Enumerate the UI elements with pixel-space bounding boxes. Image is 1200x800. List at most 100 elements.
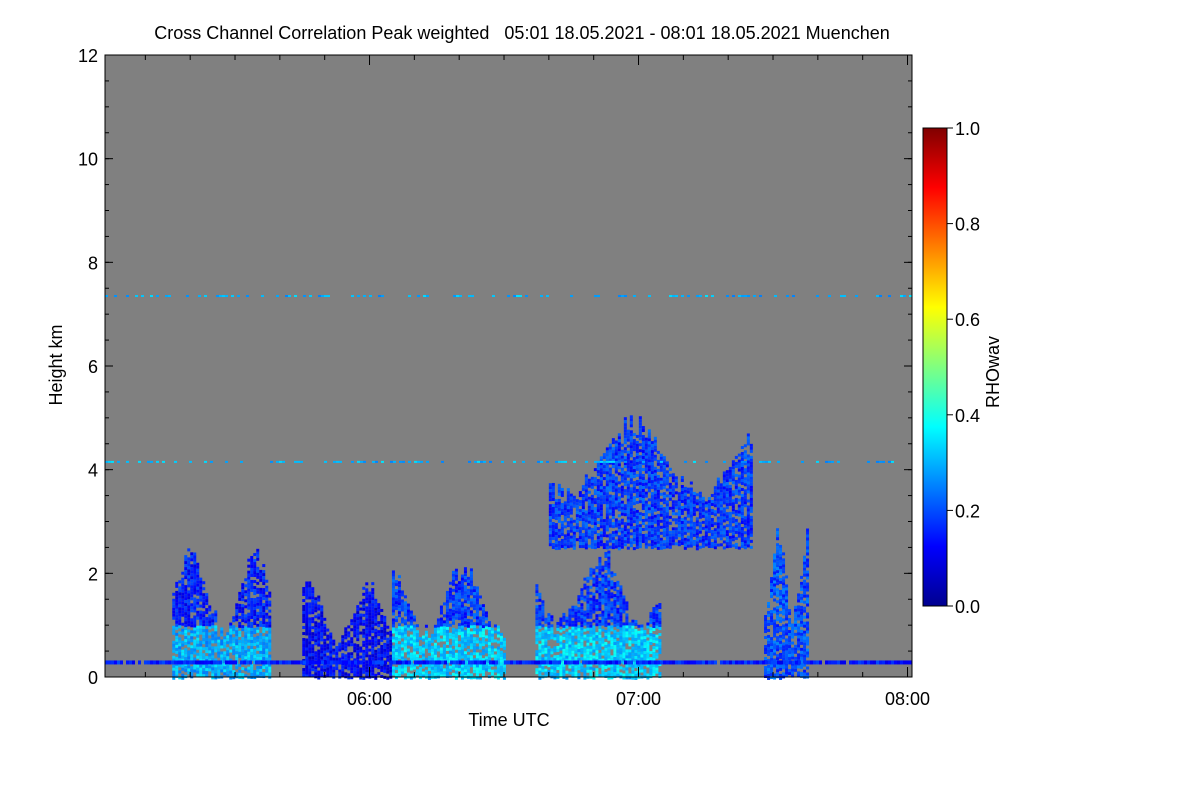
feature-cell xyxy=(607,646,611,650)
feature-cell xyxy=(244,590,248,594)
feature-cell xyxy=(433,627,437,631)
feature-cell xyxy=(496,625,500,629)
feature-cell xyxy=(776,531,780,535)
feature-cell xyxy=(692,527,696,531)
feature-cell xyxy=(253,553,257,557)
feature-cell xyxy=(581,545,585,549)
feature-cell xyxy=(604,656,608,660)
feature-cell xyxy=(629,517,633,521)
feature-cell xyxy=(265,612,269,616)
feature-cell xyxy=(457,647,461,651)
feature-cell xyxy=(475,628,479,632)
feature-cell xyxy=(623,525,627,529)
feature-cell xyxy=(698,521,702,525)
feature-cell xyxy=(743,504,747,508)
feature-cell xyxy=(632,445,636,449)
feature-cell xyxy=(548,540,552,544)
feature-cell xyxy=(178,631,182,635)
feature-cell xyxy=(746,442,750,446)
feature-cell xyxy=(644,479,648,483)
feature-cell xyxy=(259,653,263,657)
feature-cell xyxy=(632,532,636,536)
feature-cell xyxy=(632,487,636,491)
feature-cell xyxy=(571,629,575,633)
feature-cell xyxy=(782,588,786,592)
feature-cell xyxy=(632,448,636,452)
feature-cell xyxy=(619,627,623,631)
feature-cell xyxy=(400,605,404,609)
feature-cell xyxy=(256,605,260,609)
feature-cell xyxy=(652,607,656,611)
feature-cell xyxy=(689,529,693,533)
feature-cell xyxy=(424,630,428,634)
feature-cell xyxy=(605,495,609,499)
feature-cell xyxy=(571,650,575,654)
feature-cell xyxy=(587,490,591,494)
feature-cell xyxy=(623,435,627,439)
feature-cell xyxy=(643,645,647,649)
feature-cell xyxy=(656,474,660,478)
feature-cell xyxy=(589,570,593,574)
feature-cell xyxy=(580,606,584,610)
feature-cell xyxy=(389,648,393,652)
feature-cell xyxy=(445,629,449,633)
feature-cell xyxy=(647,480,651,484)
feature-cell xyxy=(595,638,599,642)
feature-cell xyxy=(746,460,750,464)
feature-cell xyxy=(548,522,552,526)
feature-cell xyxy=(196,637,200,641)
feature-cell xyxy=(572,501,576,505)
feature-cell xyxy=(469,619,473,623)
feature-cell xyxy=(436,657,440,661)
feature-cell xyxy=(302,641,306,645)
feature-cell xyxy=(226,638,230,642)
feature-cell xyxy=(451,594,455,598)
feature-cell xyxy=(652,622,656,626)
feature-cell xyxy=(599,468,603,472)
feature-cell xyxy=(332,651,336,655)
feature-cell xyxy=(595,632,599,636)
feature-cell xyxy=(674,542,678,546)
feature-cell xyxy=(779,562,783,566)
feature-cell xyxy=(599,516,603,520)
feature-cell xyxy=(262,579,266,583)
feature-cell xyxy=(199,595,203,599)
feature-cell xyxy=(208,653,212,657)
feature-cell xyxy=(314,642,318,646)
feature-cell xyxy=(205,623,209,627)
feature-cell xyxy=(184,609,188,613)
feature-cell xyxy=(589,576,593,580)
feature-cell xyxy=(737,465,741,469)
feature-cell xyxy=(728,490,732,494)
feature-cell xyxy=(632,469,636,473)
feature-cell xyxy=(553,646,557,650)
feature-cell xyxy=(317,634,321,638)
feature-cell xyxy=(610,586,614,590)
feature-cell xyxy=(608,443,612,447)
feature-cell xyxy=(329,656,333,660)
feature-cell xyxy=(653,499,657,503)
feature-cell xyxy=(659,510,663,514)
feature-cell xyxy=(737,528,741,532)
feature-cell xyxy=(604,575,608,579)
feature-cell xyxy=(614,521,618,525)
feature-cell xyxy=(565,616,569,620)
feature-cell xyxy=(604,584,608,588)
feature-cell xyxy=(448,611,452,615)
feature-cell xyxy=(193,603,197,607)
feature-cell xyxy=(637,654,641,658)
feature-cell xyxy=(619,657,623,661)
feature-cell xyxy=(695,538,699,542)
feature-cell xyxy=(409,640,413,644)
feature-cell xyxy=(557,507,561,511)
feature-cell xyxy=(637,648,641,652)
feature-cell xyxy=(590,509,594,513)
feature-cell xyxy=(773,628,777,632)
feature-cell xyxy=(770,583,774,587)
feature-cell xyxy=(196,652,200,656)
feature-cell xyxy=(544,620,548,624)
feature-cell xyxy=(704,504,708,508)
feature-cell xyxy=(629,532,633,536)
feature-cell xyxy=(265,669,269,673)
feature-cell xyxy=(493,630,497,634)
